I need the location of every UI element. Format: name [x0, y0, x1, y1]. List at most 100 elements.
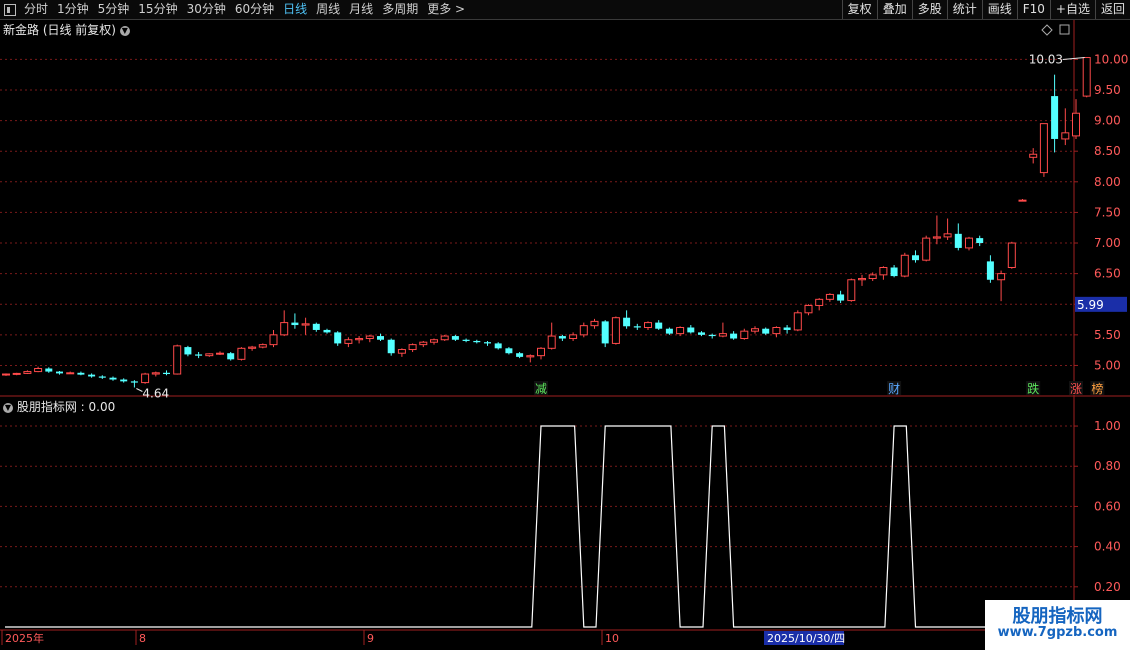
- candle-body: [526, 355, 535, 358]
- candle-body: [12, 372, 21, 375]
- candle-body: [184, 347, 192, 355]
- candle-body: [451, 336, 459, 340]
- candle-body: [269, 334, 278, 346]
- candle-body: [195, 354, 203, 356]
- candle-body: [698, 332, 705, 335]
- candle-body: [473, 340, 481, 343]
- candle-body: [1039, 123, 1048, 174]
- candle-body: [569, 334, 578, 340]
- candle-body: [163, 372, 170, 375]
- price-tick-label: 9.00: [1094, 114, 1121, 128]
- candle-body: [291, 322, 299, 326]
- candle-body: [847, 279, 856, 302]
- candle-body: [419, 341, 428, 346]
- candle-body: [825, 293, 834, 300]
- candle-body: [151, 372, 160, 375]
- candle-body: [1007, 242, 1016, 269]
- candle-body: [462, 339, 470, 341]
- candle-body: [997, 273, 1006, 281]
- candle-body: [954, 233, 962, 248]
- price-tick-label: 8.50: [1094, 144, 1121, 158]
- candle-body: [772, 326, 781, 335]
- candle-body: [730, 333, 738, 339]
- candle-body: [516, 353, 524, 357]
- candle-body: [986, 261, 994, 280]
- candle-body: [1061, 132, 1070, 140]
- x-axis-label: 10: [605, 632, 619, 645]
- indicator-tick-label: 0.40: [1094, 540, 1121, 554]
- indicator-tick-label: 0.80: [1094, 459, 1121, 473]
- current-price-label: 5.99: [1077, 298, 1104, 312]
- candle-body: [912, 255, 919, 261]
- price-tick-label: 7.50: [1094, 205, 1121, 219]
- candle-body: [1082, 57, 1091, 97]
- candle-body: [387, 339, 395, 354]
- candle-body: [558, 336, 566, 339]
- event-marker: 财: [888, 382, 900, 396]
- candle-body: [355, 338, 364, 341]
- candle-body: [227, 353, 235, 360]
- candle-body: [365, 335, 374, 340]
- price-tick-label: 6.50: [1094, 267, 1121, 281]
- candle-body: [258, 344, 267, 348]
- candle-body: [708, 334, 716, 337]
- indicator-line: [5, 425, 1087, 628]
- candle-body: [740, 330, 749, 340]
- candle-body: [1051, 96, 1059, 139]
- candle-body: [1029, 153, 1038, 158]
- candle-body: [932, 236, 941, 239]
- price-tick-label: 8.00: [1094, 175, 1121, 189]
- candle-body: [280, 322, 289, 336]
- candle-body: [98, 376, 106, 378]
- price-tick-label: 9.50: [1094, 83, 1121, 97]
- event-marker: 跌: [1027, 381, 1039, 396]
- candle-body: [1018, 199, 1027, 202]
- candle-body: [23, 371, 32, 374]
- candle-body: [237, 347, 246, 360]
- candle-body: [34, 368, 43, 373]
- candle-body: [141, 373, 150, 384]
- candle-body: [633, 326, 641, 328]
- candle-body: [762, 328, 770, 334]
- candle-body: [430, 339, 438, 343]
- candle-body: [505, 348, 513, 354]
- candle-body: [205, 353, 214, 357]
- candle-body: [783, 327, 791, 330]
- candle-body: [377, 336, 384, 340]
- candle-body: [793, 312, 802, 331]
- candle-body: [312, 323, 320, 330]
- candle-body: [868, 274, 877, 280]
- candle-body: [1072, 112, 1080, 137]
- candle-body: [943, 233, 952, 238]
- candle-body: [644, 322, 652, 328]
- candle-body: [547, 335, 556, 349]
- candle-body: [590, 320, 599, 327]
- indicator-tick-label: 1.00: [1094, 419, 1121, 433]
- candle-body: [537, 347, 545, 357]
- candle-body: [804, 304, 813, 314]
- candle-body: [344, 339, 353, 344]
- price-tick-label: 5.50: [1094, 328, 1121, 342]
- candle-body: [676, 326, 685, 335]
- candle-body: [815, 298, 824, 306]
- candle-body: [88, 374, 96, 377]
- candle-body: [718, 333, 727, 337]
- candle-body: [66, 372, 75, 375]
- candle-body: [440, 335, 449, 341]
- candle-body: [879, 267, 888, 276]
- candle-body: [687, 327, 695, 333]
- candle-body: [301, 323, 310, 326]
- candle-body: [837, 294, 845, 301]
- candle-body: [323, 329, 331, 333]
- candle-body: [2, 373, 10, 376]
- indicator-tick-label: 0.60: [1094, 499, 1121, 513]
- watermark-url: www.7gpzb.com: [997, 625, 1118, 640]
- kline-chart[interactable]: 10.009.509.008.508.007.507.006.506.005.5…: [0, 0, 1130, 650]
- candle-body: [484, 342, 491, 344]
- candle-body: [623, 317, 631, 327]
- cursor-date-label: 2025/10/30/四: [767, 632, 845, 645]
- price-tick-label: 7.00: [1094, 236, 1121, 250]
- event-marker: 减: [535, 382, 547, 396]
- candle-body: [976, 238, 984, 244]
- candle-body: [611, 317, 620, 344]
